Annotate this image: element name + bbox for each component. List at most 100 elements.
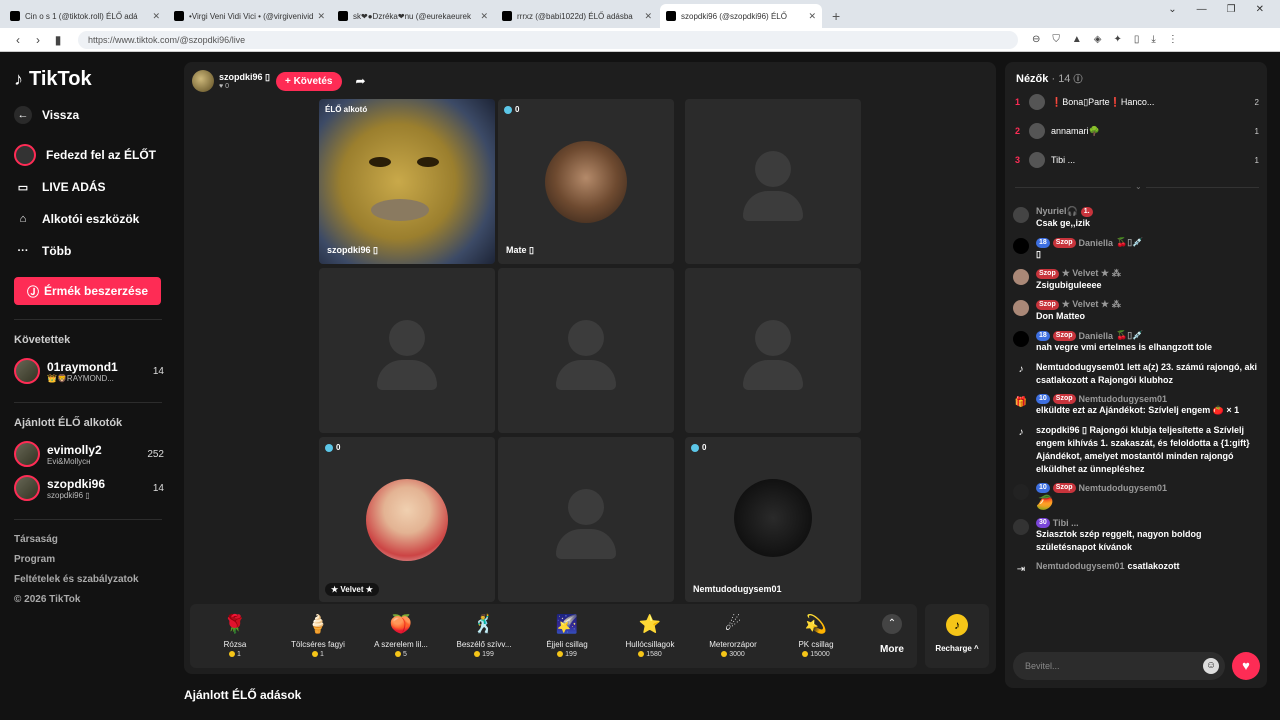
sidebar-item-explore-live[interactable]: Fedezd fel az ÉLŐT [14, 139, 176, 171]
footer-link-company[interactable]: Társaság [14, 534, 176, 554]
chat-messages: Nyuriel🎧 1. Csak ge,,izik 18 Szop Daniella 🍒▯… [1013, 206, 1261, 585]
gift-item[interactable]: 🍑 A szerelem lil... 5 [361, 610, 441, 659]
chat-username[interactable]: Daniella [1079, 331, 1114, 341]
minimize-button[interactable]: — [1197, 4, 1207, 15]
maximize-button[interactable]: ❐ [1227, 4, 1236, 15]
top-viewer-row[interactable]: 3 Tibi ... 1 [1015, 150, 1259, 170]
window-controls: ⌄ — ❐ ✕ [1168, 4, 1280, 15]
footer-link-terms[interactable]: Feltételek és szabályzatok [14, 574, 176, 594]
info-icon[interactable]: ⓘ [1074, 74, 1083, 84]
chat-username[interactable]: Nemtudodugysem01 [1079, 483, 1168, 493]
sidebar-icon[interactable]: ▯ [1134, 34, 1140, 45]
new-tab-button[interactable]: + [832, 8, 840, 24]
avatar [14, 358, 40, 384]
avatar[interactable] [1013, 484, 1029, 500]
chat-input[interactable] [1013, 652, 1225, 680]
footer-link-program[interactable]: Program [14, 554, 176, 574]
empty-guest-slot[interactable] [498, 437, 674, 602]
browser-tab[interactable]: sk❤●Dzréka❤nu (@eurekaeurek ✕ [332, 4, 494, 28]
chat-username[interactable]: Nemtudodugysem01 [1079, 394, 1168, 404]
chat-username[interactable]: ★ Velvet ★ [1062, 268, 1109, 279]
gift-item[interactable]: 🍦 Tölcséres fagyi 1 [278, 610, 358, 659]
avatar[interactable] [1013, 238, 1029, 254]
viewers-header[interactable]: Nézők · 14 ⓘ [1016, 72, 1083, 85]
tiktok-coin-icon: ♪ [946, 614, 968, 636]
avatar[interactable] [1013, 331, 1029, 347]
avatar[interactable] [1013, 269, 1029, 285]
gift-item[interactable]: ⭐ Hullócsillagok 1580 [610, 610, 690, 659]
guest-photo [734, 479, 812, 557]
close-tab-icon[interactable]: ✕ [476, 11, 488, 22]
gift-item[interactable]: 🕺 Beszélő szívv... 199 [444, 610, 524, 659]
guest-cell[interactable]: 0 Nemtudodugysem01 [685, 437, 861, 602]
avatar[interactable] [1013, 300, 1029, 316]
top-viewer-row[interactable]: 1 ❗Bona▯Parte❗Hanco... 2 [1015, 92, 1259, 112]
download-icon[interactable]: ⤓ [1151, 34, 1155, 45]
alert-icon[interactable]: ▲ [1072, 34, 1082, 45]
menu-icon[interactable]: ⋮ [1168, 34, 1178, 45]
gift-item[interactable]: 🌹 Rózsa 1 [195, 610, 275, 659]
gift-item[interactable]: 🌠 Éjjeli csillag 199 [527, 610, 607, 659]
avatar[interactable] [1013, 207, 1029, 223]
close-tab-icon[interactable]: ✕ [640, 11, 652, 22]
recharge-button[interactable]: ♪ Recharge ^ [925, 604, 989, 668]
suggested-account[interactable]: szopdki96 szopdki96 ▯ 14 [14, 471, 164, 505]
guest-cell-host[interactable]: ÉLŐ alkotó szopdki96 ▯ [319, 99, 495, 264]
follow-button[interactable]: + Követés [275, 71, 342, 91]
get-coins-button[interactable]: Ⓙ Érmék beszerzése [14, 277, 161, 305]
more-gifts-button[interactable]: ⌃ More [870, 614, 914, 655]
forward-icon[interactable]: › [28, 33, 48, 47]
host-avatar[interactable] [192, 70, 214, 92]
share-icon[interactable]: ➦ [356, 74, 366, 88]
system-message: ♪ Nemtudodugysem01 lett a(z) 23. számú ra… [1013, 361, 1261, 387]
close-tab-icon[interactable]: ✕ [148, 11, 160, 22]
following-account[interactable]: 01raymond1 👑🦁RAYMOND... 14 [14, 354, 164, 388]
sidebar-item-creator-tools[interactable]: ⌂ Alkotói eszközök [14, 203, 176, 235]
chat-message: Szop ★ Velvet ★ ⁂ Zsigubiguleeee [1013, 268, 1261, 292]
chat-username[interactable]: Nemtudodugysem01 [1036, 561, 1125, 571]
chat-username[interactable]: Daniella [1079, 238, 1114, 248]
guest-cell[interactable]: 0 Mate ▯ [498, 99, 674, 264]
browser-tab[interactable]: •Virgi Veni Vidi Vici • (@virgivenivid ✕ [168, 4, 330, 28]
sidebar-item-live-broadcast[interactable]: ▭ LIVE ADÁS [14, 171, 176, 203]
empty-guest-slot[interactable] [498, 268, 674, 433]
url-field[interactable]: https://www.tiktok.com/@szopdki96/live [78, 30, 1018, 49]
tab-search-button[interactable]: ⌄ [1168, 4, 1176, 15]
heart-icon[interactable]: ♥ [1232, 652, 1260, 680]
avatar[interactable] [1013, 519, 1029, 535]
browser-tab[interactable]: rrrxz (@babi1022d) ÉLŐ adásba ✕ [496, 4, 658, 28]
tiktok-note-icon: ♪ [1018, 364, 1024, 375]
bookmark-icon[interactable]: ▮ [48, 33, 68, 47]
gift-item[interactable]: ☄ Meterorzápor 3000 [693, 610, 773, 659]
empty-guest-slot[interactable] [319, 268, 495, 433]
chat-username[interactable]: Tibi ... [1053, 518, 1079, 528]
guest-cell[interactable]: 0 ★ Velvet ★ [319, 437, 495, 602]
host-name[interactable]: szopdki96 ▯ [219, 72, 270, 83]
divider [14, 402, 162, 403]
browser-tab-active[interactable]: szopdki96 (@szopdki96) ÉLŐ ✕ [660, 4, 822, 28]
sidebar-item-more[interactable]: ··· Több [14, 235, 176, 267]
back-icon[interactable]: ‹ [8, 33, 28, 47]
avatar [1029, 152, 1045, 168]
emoji-icon[interactable]: ☺ [1203, 658, 1219, 674]
close-window-button[interactable]: ✕ [1256, 4, 1264, 15]
suggested-account[interactable]: evimolly2 Evi&Mollyсн 252 [14, 437, 164, 471]
back-link[interactable]: ← Vissza [14, 99, 176, 131]
puzzle-icon[interactable]: ✦ [1114, 34, 1122, 45]
empty-guest-slot[interactable] [685, 99, 861, 264]
tiktok-favicon-icon [174, 11, 184, 21]
browser-tab[interactable]: Cin o s 1 (@tiktok.roll) ÉLŐ adá ✕ [4, 4, 166, 28]
close-tab-icon[interactable]: ✕ [313, 11, 325, 22]
chat-username[interactable]: Nyuriel🎧 [1036, 206, 1078, 217]
tiktok-logo[interactable]: ♪ TikTok [14, 68, 176, 91]
top-viewer-row[interactable]: 2 annamari🌳 1 [1015, 121, 1259, 141]
gift-item[interactable]: 💫 PK csillag 15000 [776, 610, 856, 659]
chat-username[interactable]: ★ Velvet ★ [1062, 299, 1109, 310]
empty-guest-slot[interactable] [685, 268, 861, 433]
expand-chevron-icon[interactable]: ⌄ [1131, 182, 1146, 191]
shield-icon[interactable]: ⛉ [1052, 34, 1060, 45]
extension-icon[interactable]: ◈ [1094, 34, 1102, 45]
close-tab-icon[interactable]: ✕ [804, 11, 816, 22]
chat-message: 30 Tibi ... Sziasztok szép reggelt, nagyon… [1013, 518, 1261, 554]
zoom-icon[interactable]: ⊖ [1032, 34, 1040, 45]
